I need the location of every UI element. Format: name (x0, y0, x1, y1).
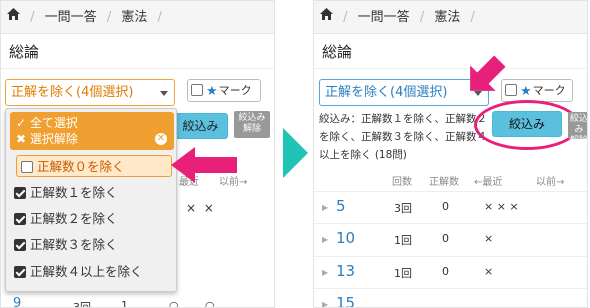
mark-label: マーク (532, 84, 566, 97)
checkbox-icon[interactable] (21, 160, 33, 173)
select-value: 正解を除く(4個選択) (325, 85, 448, 100)
dropdown-option-exclude-4[interactable]: 正解数４以上を除く (14, 261, 143, 283)
page-title: 総論 (322, 43, 353, 61)
mark-label: マーク (218, 84, 252, 97)
home-icon[interactable] (320, 1, 333, 33)
breadcrumb-item[interactable]: 憲法 (121, 10, 147, 25)
select-value: 正解を除く(4個選択) (11, 85, 134, 100)
column-header: 回数 (392, 177, 412, 188)
breadcrumb-item[interactable]: 憲法 (434, 10, 460, 25)
expand-triangle-icon[interactable]: ▶ (322, 300, 328, 307)
row-number[interactable]: 9 (13, 296, 21, 307)
attempt-count: 1回 (394, 234, 412, 247)
right-screenshot: / 一問一答 / 憲法 / 総論 正解を除く(4個選択) ★マーク 絞込み：正解… (313, 0, 588, 308)
dropdown-option-exclude-1[interactable]: 正解数１を除く (14, 182, 118, 204)
question-number[interactable]: 15 (336, 294, 355, 307)
dropdown-option-exclude-2[interactable]: 正解数２を除く (14, 208, 118, 230)
history-mark: ○ (205, 299, 215, 308)
clear-label-line: 絞込み (569, 114, 588, 135)
checkbox-icon[interactable] (191, 84, 203, 96)
filter-dropdown-menu: ✓ 全て選択 ✖ 選択解除 ✕ 正解数０を除く 正解数１を除く 正解数２を除く … (5, 108, 177, 292)
caret-down-icon (160, 91, 168, 96)
history-marks: × × (186, 201, 214, 215)
pointer-arrow-icon (171, 147, 237, 183)
breadcrumb: / 一問一答 / 憲法 / (1, 1, 274, 34)
checkbox-checked-icon[interactable] (14, 265, 26, 278)
table-row[interactable]: ▶ 15 (314, 288, 587, 307)
table-row[interactable]: ▶ 5 3回 0 × × × (314, 191, 587, 223)
dropdown-option-exclude-3[interactable]: 正解数３を除く (14, 234, 118, 256)
checkbox-checked-icon[interactable] (14, 212, 26, 225)
close-icon[interactable]: ✕ (155, 133, 167, 145)
filter-summary: 絞込み：正解数１を除く、正解数２を除く、正解数３を除く、正解数４以上を除く (1… (319, 113, 487, 161)
question-number[interactable]: 5 (336, 197, 346, 215)
filter-button[interactable]: 絞込み (173, 113, 228, 139)
breadcrumb: / 一問一答 / 憲法 / (314, 1, 587, 34)
dropdown-actions: ✓ 全て選択 ✖ 選択解除 ✕ (10, 112, 174, 150)
attempt-count: 3回 (394, 202, 412, 215)
row-correct: 1 (121, 299, 128, 308)
expand-triangle-icon[interactable]: ▶ (322, 268, 328, 277)
home-icon[interactable] (7, 1, 20, 33)
history-marks: × × × (484, 200, 519, 213)
question-number[interactable]: 10 (336, 229, 355, 247)
highlight-circle (474, 100, 580, 150)
divider (1, 68, 274, 69)
column-header: 以前→ (536, 177, 565, 188)
x-icon: ✖ (16, 132, 27, 146)
check-icon: ✓ (16, 116, 27, 130)
attempt-count: 1回 (394, 267, 412, 280)
column-header: 正解数 (429, 177, 459, 188)
expand-triangle-icon[interactable]: ▶ (322, 203, 328, 212)
correct-count: 0 (442, 232, 449, 245)
history-mark: ○ (169, 299, 179, 308)
clear-label-line: 絞込み (238, 113, 266, 123)
star-icon: ★ (520, 83, 532, 99)
left-screenshot: / 一問一答 / 憲法 / 総論 正解を除く(4個選択) ★マーク 絞込み 絞込… (0, 0, 275, 308)
select-all-option[interactable]: ✓ 全て選択 (16, 115, 168, 131)
clear-label-line: 解除 (242, 124, 261, 134)
table-row[interactable]: ▶ 10 1回 0 × (314, 223, 587, 255)
expand-triangle-icon[interactable]: ▶ (322, 235, 328, 244)
next-step-arrow-icon (283, 128, 308, 178)
page-title: 総論 (9, 43, 40, 61)
correct-count: 0 (442, 265, 449, 278)
mark-filter-button[interactable]: ★マーク (187, 79, 261, 102)
clear-filter-button[interactable]: 絞込み 解除 (234, 111, 270, 138)
clear-label-line: 解除 (569, 136, 588, 146)
breadcrumb-item[interactable]: 一問一答 (45, 10, 97, 25)
table-row[interactable]: ▶ 13 1回 0 × (314, 256, 587, 288)
filter-select[interactable]: 正解を除く(4個選択) (5, 79, 175, 106)
deselect-all-option[interactable]: ✖ 選択解除 (16, 131, 168, 147)
column-header: ←最近 (474, 177, 503, 188)
breadcrumb-item[interactable]: 一問一答 (358, 10, 410, 25)
dropdown-option-exclude-0[interactable]: 正解数０を除く (16, 155, 172, 177)
divider (314, 68, 587, 69)
pointer-arrow-icon (470, 55, 506, 91)
checkbox-checked-icon[interactable] (14, 186, 26, 199)
star-icon: ★ (206, 83, 218, 99)
clear-filter-button[interactable]: 絞込み 解除 (568, 112, 588, 146)
checkbox-checked-icon[interactable] (14, 238, 26, 251)
question-number[interactable]: 13 (336, 262, 355, 280)
mark-filter-button[interactable]: ★マーク (501, 79, 573, 102)
correct-count: 0 (442, 200, 449, 213)
history-marks: × (484, 232, 494, 245)
history-marks: × (484, 265, 494, 278)
row-count: 3回 (73, 301, 91, 308)
